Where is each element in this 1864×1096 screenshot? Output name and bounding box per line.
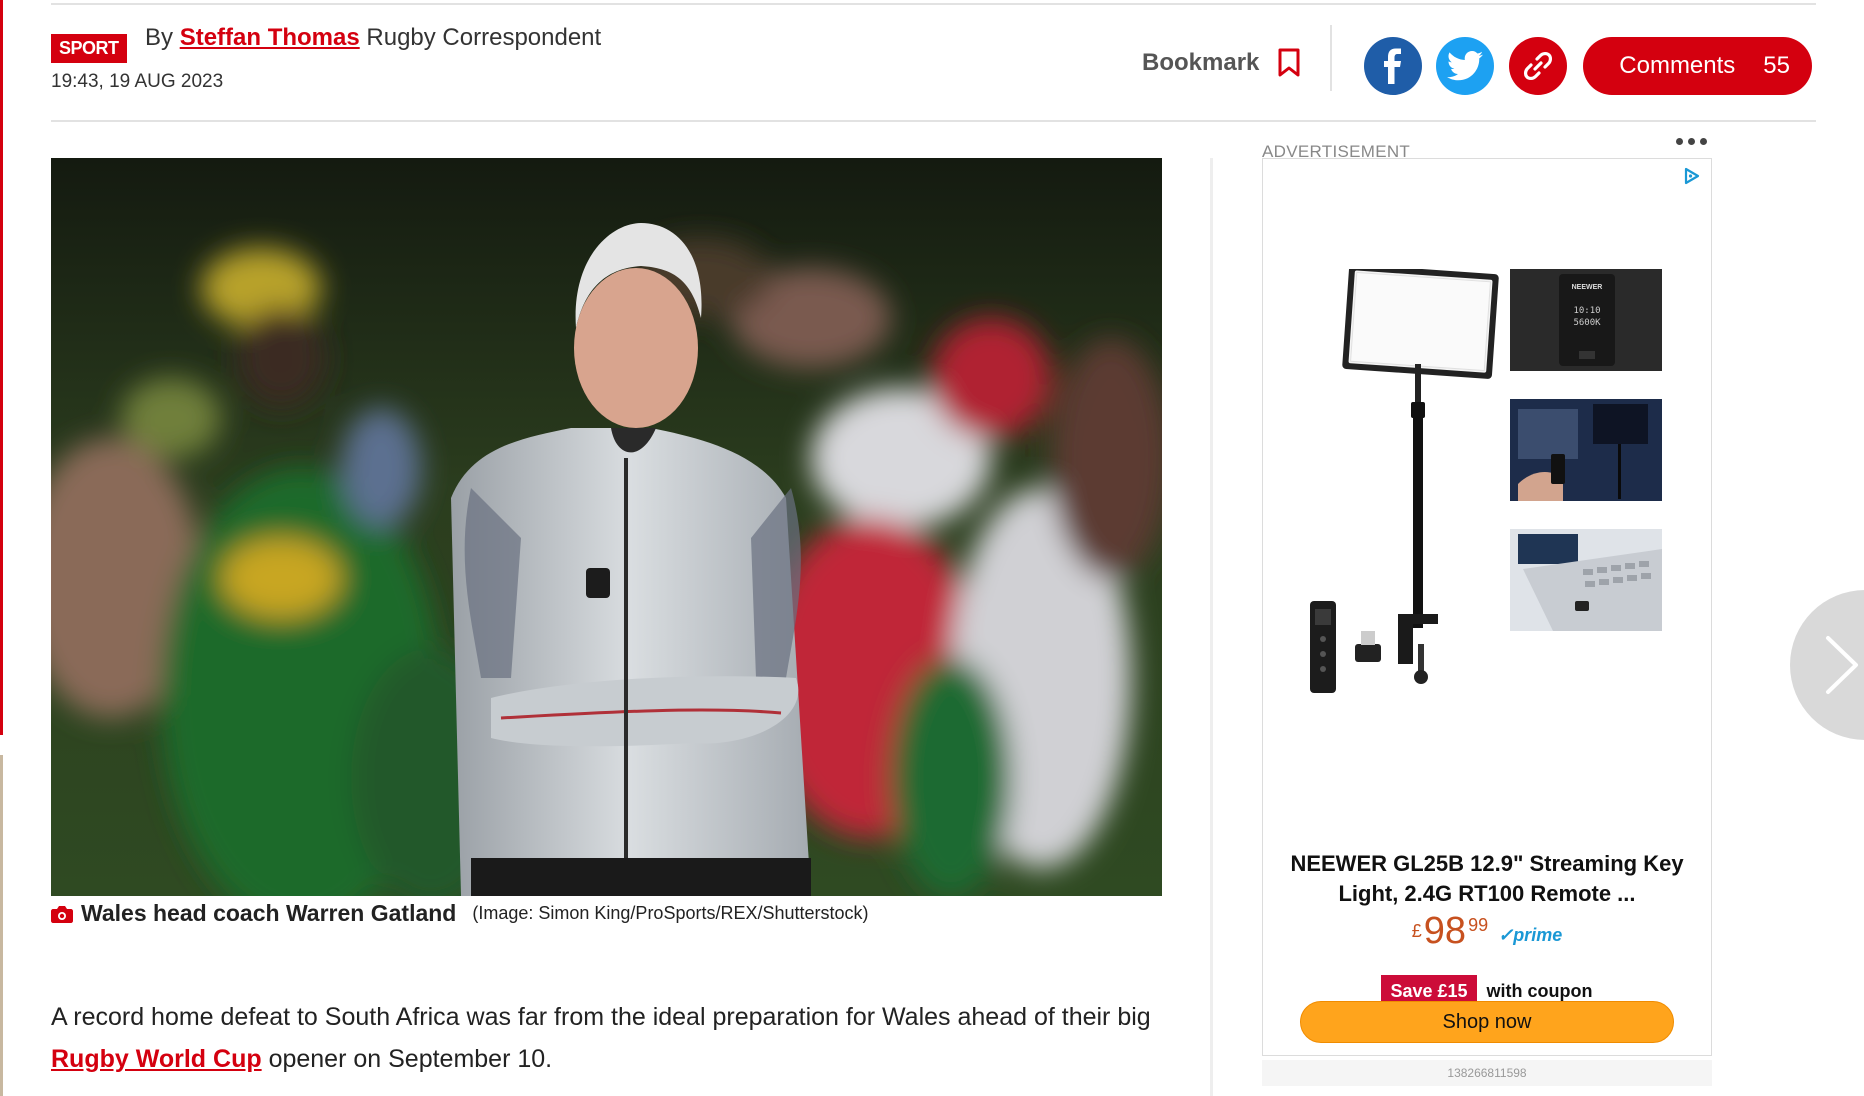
ad-product-title[interactable]: NEEWER GL25B 12.9" Streaming Key Light, … bbox=[1263, 849, 1711, 909]
bookmark-button[interactable]: Bookmark bbox=[1142, 48, 1301, 78]
coupon-text: with coupon bbox=[1486, 981, 1593, 1001]
copy-link-button[interactable] bbox=[1509, 37, 1567, 95]
twitter-icon bbox=[1447, 51, 1483, 81]
comments-button[interactable]: Comments 55 bbox=[1583, 37, 1812, 95]
ad-options-icon[interactable] bbox=[1676, 138, 1707, 145]
chevron-right-icon bbox=[1826, 636, 1858, 694]
price-cents: 99 bbox=[1468, 915, 1489, 935]
author-link[interactable]: Steffan Thomas bbox=[180, 24, 360, 51]
rugby-world-cup-link[interactable]: Rugby World Cup bbox=[51, 1045, 262, 1073]
bookmark-label: Bookmark bbox=[1142, 49, 1260, 76]
comments-count: 55 bbox=[1763, 52, 1790, 79]
device-readout-temp: 5600K bbox=[1573, 318, 1601, 328]
section-badge[interactable]: SPORT bbox=[51, 34, 127, 63]
article-paragraph: A record home defeat to South Africa was… bbox=[51, 996, 1171, 1080]
facebook-icon bbox=[1384, 48, 1401, 84]
link-icon bbox=[1523, 51, 1553, 81]
caption-credit: (Image: Simon King/ProSports/REX/Shutter… bbox=[472, 903, 869, 923]
toolbar-divider bbox=[1330, 25, 1332, 91]
ad-price: £ 98 99 ✓prime bbox=[1263, 911, 1711, 951]
prime-check-icon: ✓ bbox=[1498, 925, 1514, 945]
author-role: Rugby Correspondent bbox=[366, 24, 602, 51]
twitter-share-button[interactable] bbox=[1436, 37, 1494, 95]
facebook-share-button[interactable] bbox=[1364, 37, 1422, 95]
byline: By Steffan Thomas Rugby Correspondent bbox=[145, 24, 601, 52]
meta-divider bbox=[51, 120, 1816, 122]
paragraph-text: A record home defeat to South Africa was… bbox=[51, 1003, 1151, 1031]
next-article-button[interactable] bbox=[1790, 590, 1864, 740]
image-caption: Wales head coach Warren Gatland (Image: … bbox=[51, 900, 869, 927]
advertisement-box[interactable]: NEEWER 10:10 5600K NEEWER GL25B 12.9" St… bbox=[1262, 158, 1712, 1056]
paragraph-text-end: opener on September 10. bbox=[261, 1045, 553, 1073]
product-image: NEEWER 10:10 5600K bbox=[1310, 269, 1662, 693]
prime-badge: ✓prime bbox=[1498, 925, 1562, 946]
adchoices-icon[interactable] bbox=[1683, 167, 1701, 190]
hero-image[interactable] bbox=[51, 158, 1162, 896]
prime-label: prime bbox=[1513, 925, 1563, 945]
publish-timestamp: 19:43, 19 AUG 2023 bbox=[51, 71, 224, 92]
brand-edge bbox=[0, 0, 3, 735]
column-divider bbox=[1210, 158, 1213, 1096]
device-brand: NEEWER bbox=[1572, 284, 1603, 291]
ad-id: 138266811598 bbox=[1262, 1060, 1712, 1086]
camera-icon bbox=[51, 905, 73, 923]
shop-now-button[interactable]: Shop now bbox=[1300, 1001, 1674, 1043]
price-main: 98 bbox=[1423, 910, 1467, 952]
caption-title: Wales head coach Warren Gatland bbox=[81, 900, 457, 926]
price-currency: £ bbox=[1411, 921, 1422, 941]
byline-prefix: By bbox=[145, 24, 174, 51]
top-divider bbox=[51, 3, 1816, 5]
comments-label: Comments bbox=[1619, 52, 1736, 79]
coach-photo bbox=[51, 158, 1162, 896]
device-readout-time: 10:10 bbox=[1573, 306, 1600, 316]
page-edge bbox=[0, 755, 3, 1096]
bookmark-icon bbox=[1278, 48, 1300, 77]
